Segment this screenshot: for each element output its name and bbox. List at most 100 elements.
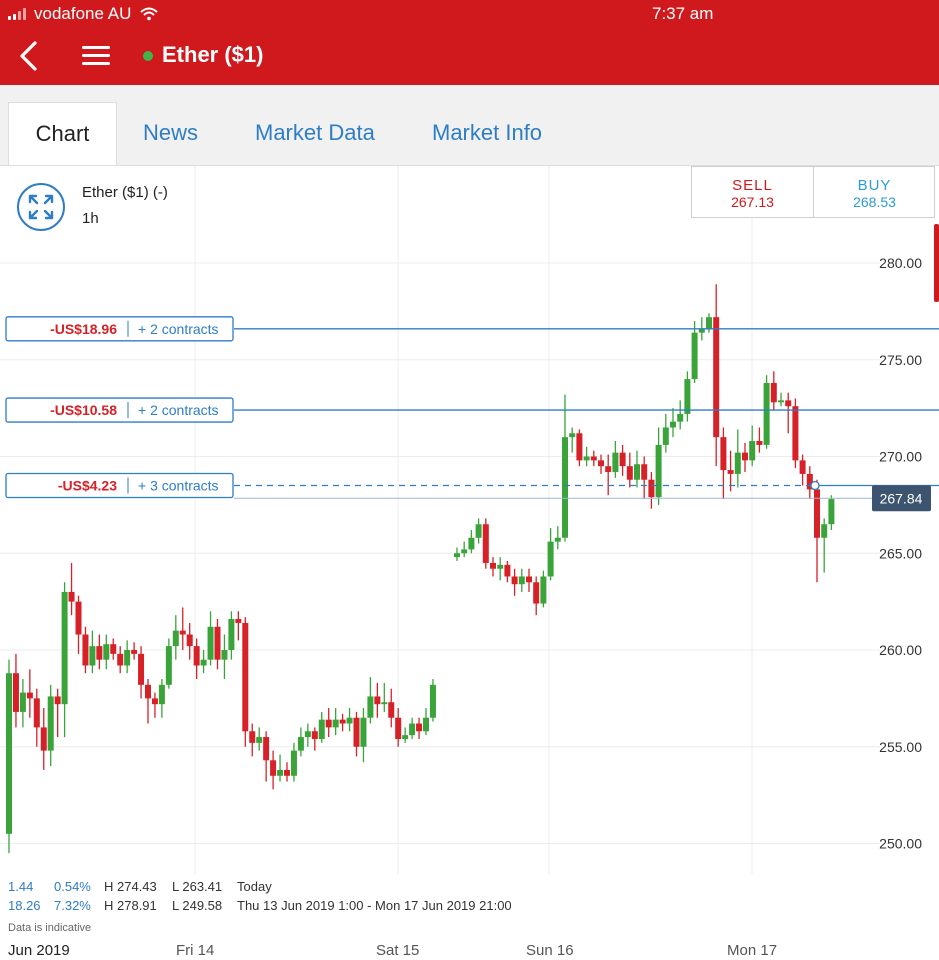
candle-body xyxy=(526,576,532,583)
hamburger-menu-icon[interactable] xyxy=(82,44,112,68)
candle-body xyxy=(677,413,684,422)
trade-buttons: SELL 267.13 BUY 268.53 xyxy=(691,166,935,218)
tab-market-data[interactable]: Market Data xyxy=(255,102,375,165)
candle-body xyxy=(304,731,311,738)
candle-body xyxy=(785,400,792,407)
candle-body xyxy=(706,317,712,329)
position-tag[interactable]: -US$4.23 + 3 contracts xyxy=(5,472,234,499)
candle-body xyxy=(68,591,75,602)
position-tag[interactable]: -US$18.96 + 2 contracts xyxy=(5,316,234,342)
candle-body xyxy=(598,460,604,467)
position-contracts: + 2 contracts xyxy=(138,402,219,418)
y-axis-tick-label: 275.00 xyxy=(879,352,922,368)
candle-body xyxy=(145,684,151,699)
candle-body xyxy=(131,650,138,654)
candle-body xyxy=(346,717,353,724)
candle-body xyxy=(814,489,820,538)
stats-row-today: 1.44 0.54% H 274.43 L 263.41 Today xyxy=(8,879,708,895)
candle-body xyxy=(402,735,409,740)
candle-body xyxy=(533,582,540,604)
y-axis-tick-label: 280.00 xyxy=(879,255,922,271)
candle-body xyxy=(117,653,124,666)
candle-body xyxy=(47,696,54,751)
y-axis-tick-label: 255.00 xyxy=(879,739,922,755)
candle-body xyxy=(799,460,806,474)
chart-period[interactable]: 1h xyxy=(82,210,99,227)
candle-body xyxy=(482,524,489,563)
stat-change: 18.26 xyxy=(8,898,41,913)
candle-body xyxy=(172,630,179,647)
chevron-left-icon[interactable] xyxy=(14,40,44,72)
candle-series xyxy=(454,284,835,616)
position-pnl: -US$4.23 xyxy=(58,478,117,494)
tab-news[interactable]: News xyxy=(143,102,198,165)
candle-body xyxy=(339,719,346,724)
sell-button[interactable]: SELL 267.13 xyxy=(692,167,814,217)
candle-body xyxy=(193,646,200,666)
wifi-icon xyxy=(140,7,158,21)
buy-button[interactable]: BUY 268.53 xyxy=(814,167,935,217)
candle-body xyxy=(554,537,561,542)
candle-body xyxy=(325,719,332,728)
candle-body xyxy=(475,524,482,538)
x-axis-date-label: Mon 17 xyxy=(727,942,778,959)
candle-body xyxy=(12,673,19,712)
current-price-label: 267.84 xyxy=(880,490,923,506)
candle-body xyxy=(110,644,117,654)
tab-market-info[interactable]: Market Info xyxy=(432,102,542,165)
expand-chart-icon[interactable] xyxy=(16,182,66,232)
candle-body xyxy=(221,650,228,660)
instrument-name: Ether ($1) (-) xyxy=(82,184,168,201)
stat-range: Today xyxy=(237,879,272,894)
candle-body xyxy=(423,717,429,732)
position-pnl: -US$18.96 xyxy=(50,321,117,337)
candle-body xyxy=(409,723,416,736)
candle-body xyxy=(468,537,475,550)
candle-body xyxy=(388,702,395,718)
y-axis-tick-label: 260.00 xyxy=(879,642,922,658)
candle-body xyxy=(179,630,186,635)
candle-body xyxy=(461,549,468,554)
candle-body xyxy=(290,750,297,776)
candle-body xyxy=(763,382,770,445)
candle-body xyxy=(684,379,691,414)
candle-body xyxy=(33,698,40,728)
candle-body xyxy=(691,332,698,380)
tab-chart[interactable]: Chart xyxy=(8,102,117,165)
candle-body xyxy=(318,719,325,740)
candle-body xyxy=(40,727,47,751)
clock: 7:37 am xyxy=(652,4,714,23)
candle-body xyxy=(828,499,835,525)
chart-panel[interactable]: 280.00 275.00 270.00 265.00 260.00 255.00 250.… xyxy=(0,166,939,960)
candle-body xyxy=(249,731,256,743)
stat-high: H 274.43 xyxy=(104,879,157,894)
page-title: Ether ($1) xyxy=(162,42,264,67)
candle-body xyxy=(641,464,648,480)
candle-body xyxy=(200,659,207,666)
candle-body xyxy=(497,564,504,569)
candle-body xyxy=(416,723,423,732)
candle-body xyxy=(626,466,633,480)
candle-body xyxy=(228,619,235,650)
candle-body xyxy=(207,626,214,660)
price-scale-scrollbar[interactable] xyxy=(934,224,939,302)
candle-body xyxy=(311,731,318,740)
y-axis-tick-label: 250.00 xyxy=(879,836,922,852)
candle-body xyxy=(576,433,583,461)
candle-body xyxy=(89,646,96,666)
buy-price: 268.53 xyxy=(853,194,896,210)
candle-body xyxy=(151,698,158,705)
sell-label: SELL xyxy=(732,177,773,194)
position-tag[interactable]: -US$10.58 + 2 contracts xyxy=(5,397,234,423)
candle-body xyxy=(186,634,193,647)
candle-body xyxy=(742,452,748,461)
candle-body xyxy=(353,717,360,747)
price-chart[interactable]: 280.00 275.00 270.00 265.00 260.00 255.00 250.… xyxy=(0,166,939,960)
x-axis-date-label: Fri 14 xyxy=(176,942,215,959)
candle-body xyxy=(75,601,82,635)
candle-body xyxy=(214,626,221,660)
candle-body xyxy=(165,646,172,685)
candle-body xyxy=(670,421,676,428)
position-contracts: + 2 contracts xyxy=(138,321,219,337)
stat-low: L 249.58 xyxy=(172,898,223,913)
